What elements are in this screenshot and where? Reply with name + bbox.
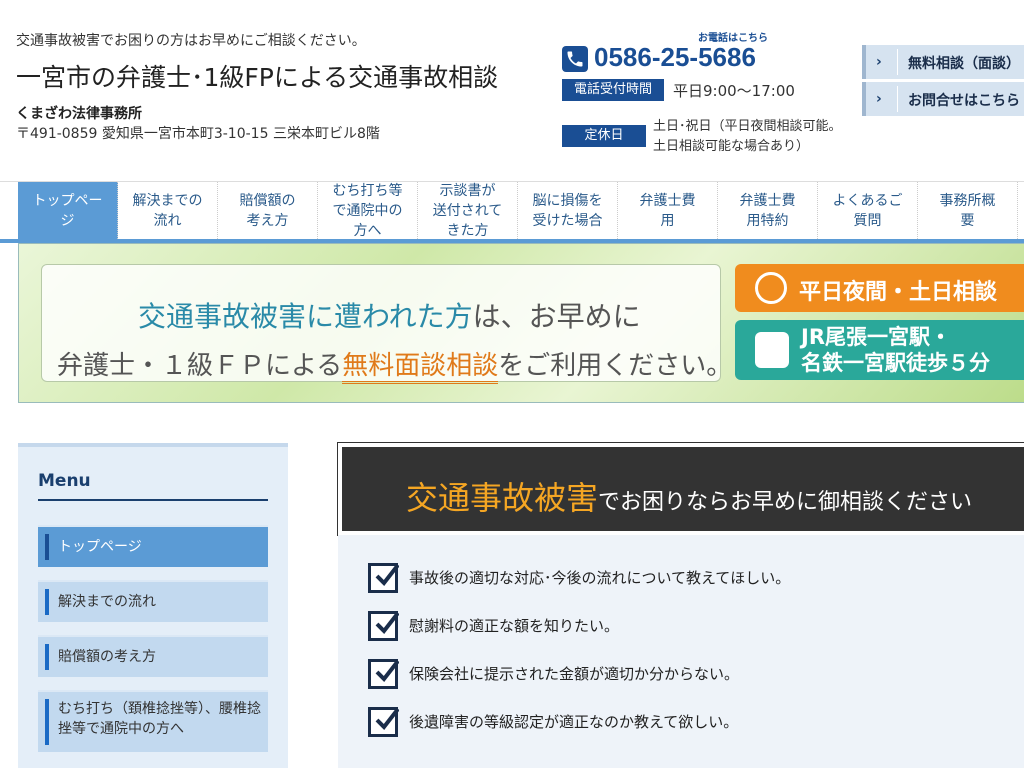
chevron-right-icon: › [876, 54, 882, 70]
nav-item-settlement[interactable]: 示談書が 送付されて きた方 [418, 182, 518, 239]
clock-icon [755, 272, 787, 304]
closed-value: 土日･祝日（平日夜間相談可能。 土日相談可能な場合あり） [653, 117, 842, 157]
train-icon [755, 332, 789, 368]
nav-item-office[interactable]: 事務所概 要 [918, 182, 1018, 239]
banner-line-1: 交通事故被害に遭われた方は、お早めに [138, 300, 641, 333]
sidebar-menu: Menu トップページ 解決までの流れ 賠償額の考え方 むち打ち（頚椎捻挫等）、… [18, 443, 288, 768]
menu-title: Menu [38, 471, 268, 501]
global-nav: トップペー ジ 解決までの 流れ 賠償額の 考え方 むち打ち等 で通院中の 方へ… [0, 181, 1024, 243]
site-title[interactable]: 一宮市の弁護士･1級FPによる交通事故相談 [16, 58, 498, 94]
nav-item-fees[interactable]: 弁護士費 用 [618, 182, 718, 239]
tagline: 交通事故被害でお困りの方はお早めにご相談ください。 [16, 33, 366, 49]
nav-item-faq[interactable]: よくあるご 質問 [818, 182, 918, 239]
hours-value: 平日9:00～17:00 [673, 82, 795, 100]
phone-icon [562, 46, 588, 72]
free-consult-button[interactable]: › 無料相談（面談） [862, 45, 1024, 79]
checkbox-icon [368, 659, 399, 689]
hero-banner: 交通事故被害に遭われた方は、お早めに 弁護士・１級ＦＰによる無料面談相談をご利用… [18, 243, 1024, 403]
sidebar-item-top[interactable]: トップページ [38, 525, 268, 567]
checkbox-icon [368, 707, 399, 737]
contact-button[interactable]: › お問合せはこちら [862, 82, 1024, 116]
nav-item-top[interactable]: トップペー ジ [18, 182, 118, 239]
banner-text-panel: 交通事故被害に遭われた方は、お早めに 弁護士・１級ＦＰによる無料面談相談をご利用… [41, 264, 732, 384]
site-header: 交通事故被害でお困りの方はお早めにご相談ください。 一宮市の弁護士･1級FPによ… [0, 0, 1024, 182]
button-label: お問合せはこちら [908, 93, 1020, 109]
sidebar-item-whiplash[interactable]: むち打ち（頚椎捻挫等）、腰椎捻挫等で通院中の方へ [38, 690, 268, 752]
checkbox-icon [368, 563, 399, 593]
main-heading: 交通事故被害でお困りならお早めに御相談ください [337, 442, 1024, 536]
station-access-badge: JR尾張一宮駅・ 名鉄一宮駅徒歩５分 [735, 320, 1024, 380]
button-label: 無料相談（面談） [908, 56, 1020, 72]
firm-name: くまざわ法律事務所 [16, 106, 142, 122]
nav-item-compensation[interactable]: 賠償額の 考え方 [218, 182, 318, 239]
closed-label: 定休日 [562, 125, 646, 147]
closed-line-1: 土日･祝日（平日夜間相談可能。 [653, 119, 842, 134]
address: 〒491-0859 愛知県一宮市本町3-10-15 三栄本町ビル8階 [16, 126, 380, 142]
nav-item-whiplash[interactable]: むち打ち等 で通院中の 方へ [318, 182, 418, 239]
hours-label: 電話受付時間 [562, 79, 664, 101]
checklist: 事故後の適切な対応･今後の流れについて教えてほしい。 慰謝料の適正な額を知りたい… [338, 535, 1024, 768]
phone-number[interactable]: 0586-25-5686 [594, 42, 756, 73]
checkbox-icon [368, 611, 399, 641]
nav-item-flow[interactable]: 解決までの 流れ [118, 182, 218, 239]
sidebar-item-flow[interactable]: 解決までの流れ [38, 580, 268, 622]
evening-weekend-badge: 平日夜間・土日相談 [735, 264, 1024, 312]
closed-line-2: 土日相談可能な場合あり） [653, 139, 810, 154]
nav-item-brain-injury[interactable]: 脳に損傷を 受けた場合 [518, 182, 618, 239]
chevron-right-icon: › [876, 91, 882, 107]
banner-line-2: 弁護士・１級ＦＰによる無料面談相談をご利用ください。 [57, 345, 732, 384]
sidebar-item-compensation[interactable]: 賠償額の考え方 [38, 635, 268, 677]
nav-item-fee-rider[interactable]: 弁護士費 用特約 [718, 182, 818, 239]
